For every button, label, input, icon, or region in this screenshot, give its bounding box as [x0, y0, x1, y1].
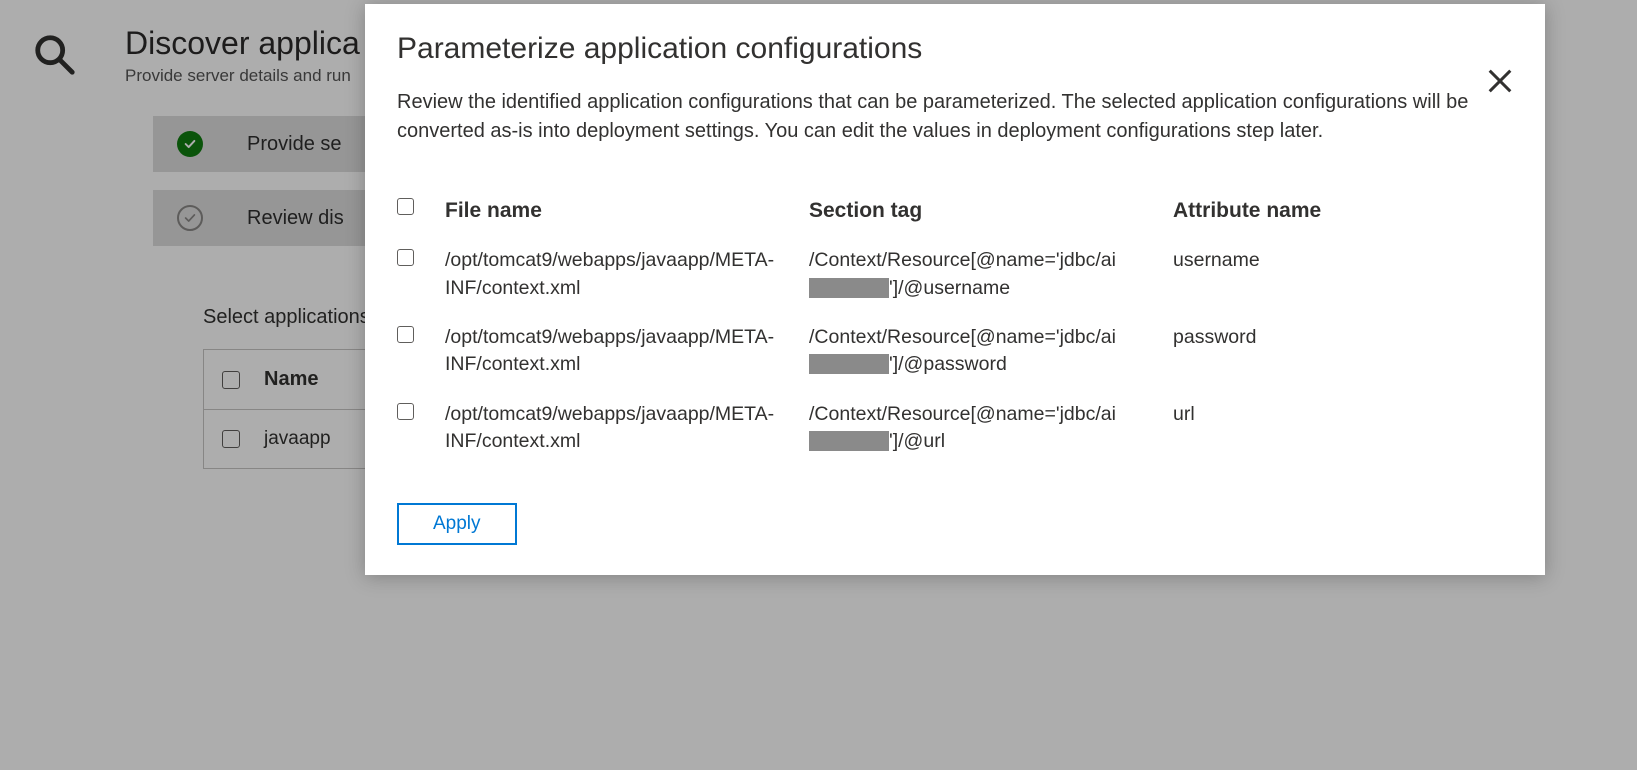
- config-table: File name Section tag Attribute name /op…: [397, 196, 1513, 455]
- file-name-cell: /opt/tomcat9/webapps/javaapp/META-INF/co…: [445, 247, 805, 302]
- section-pre: /Context/Resource[@name='jdbc/ai: [809, 249, 1116, 271]
- attribute-name-cell: username: [1173, 247, 1513, 274]
- column-header-section: Section tag: [809, 196, 1169, 225]
- parameterize-modal: Parameterize application configurations …: [365, 4, 1545, 575]
- section-pre: /Context/Resource[@name='jdbc/ai: [809, 326, 1116, 348]
- column-header-file: File name: [445, 196, 805, 225]
- column-header-attribute: Attribute name: [1173, 196, 1513, 225]
- config-row-checkbox[interactable]: [397, 326, 414, 343]
- section-tag-cell: /Context/Resource[@name='jdbc/ai ']/@url: [809, 401, 1169, 456]
- modal-title: Parameterize application configurations: [397, 32, 1513, 66]
- file-name-cell: /opt/tomcat9/webapps/javaapp/META-INF/co…: [445, 401, 805, 456]
- section-tag-cell: /Context/Resource[@name='jdbc/ai ']/@use…: [809, 247, 1169, 302]
- config-row-checkbox[interactable]: [397, 403, 414, 420]
- section-post: ']/@password: [889, 353, 1007, 375]
- attribute-name-cell: password: [1173, 324, 1513, 351]
- redacted-icon: [809, 354, 889, 374]
- modal-description: Review the identified application config…: [397, 88, 1477, 146]
- section-pre: /Context/Resource[@name='jdbc/ai: [809, 403, 1116, 425]
- config-row: /opt/tomcat9/webapps/javaapp/META-INF/co…: [397, 247, 1513, 302]
- redacted-icon: [809, 278, 889, 298]
- redacted-icon: [809, 431, 889, 451]
- section-post: ']/@url: [889, 430, 945, 452]
- config-row-checkbox[interactable]: [397, 249, 414, 266]
- section-tag-cell: /Context/Resource[@name='jdbc/ai ']/@pas…: [809, 324, 1169, 379]
- file-name-cell: /opt/tomcat9/webapps/javaapp/META-INF/co…: [445, 324, 805, 379]
- config-select-all-checkbox[interactable]: [397, 198, 414, 215]
- config-row: /opt/tomcat9/webapps/javaapp/META-INF/co…: [397, 324, 1513, 379]
- apply-button[interactable]: Apply: [397, 503, 517, 545]
- close-button[interactable]: [1483, 64, 1517, 98]
- config-row: /opt/tomcat9/webapps/javaapp/META-INF/co…: [397, 401, 1513, 456]
- config-table-header: File name Section tag Attribute name: [397, 196, 1513, 225]
- section-post: ']/@username: [889, 277, 1010, 299]
- attribute-name-cell: url: [1173, 401, 1513, 428]
